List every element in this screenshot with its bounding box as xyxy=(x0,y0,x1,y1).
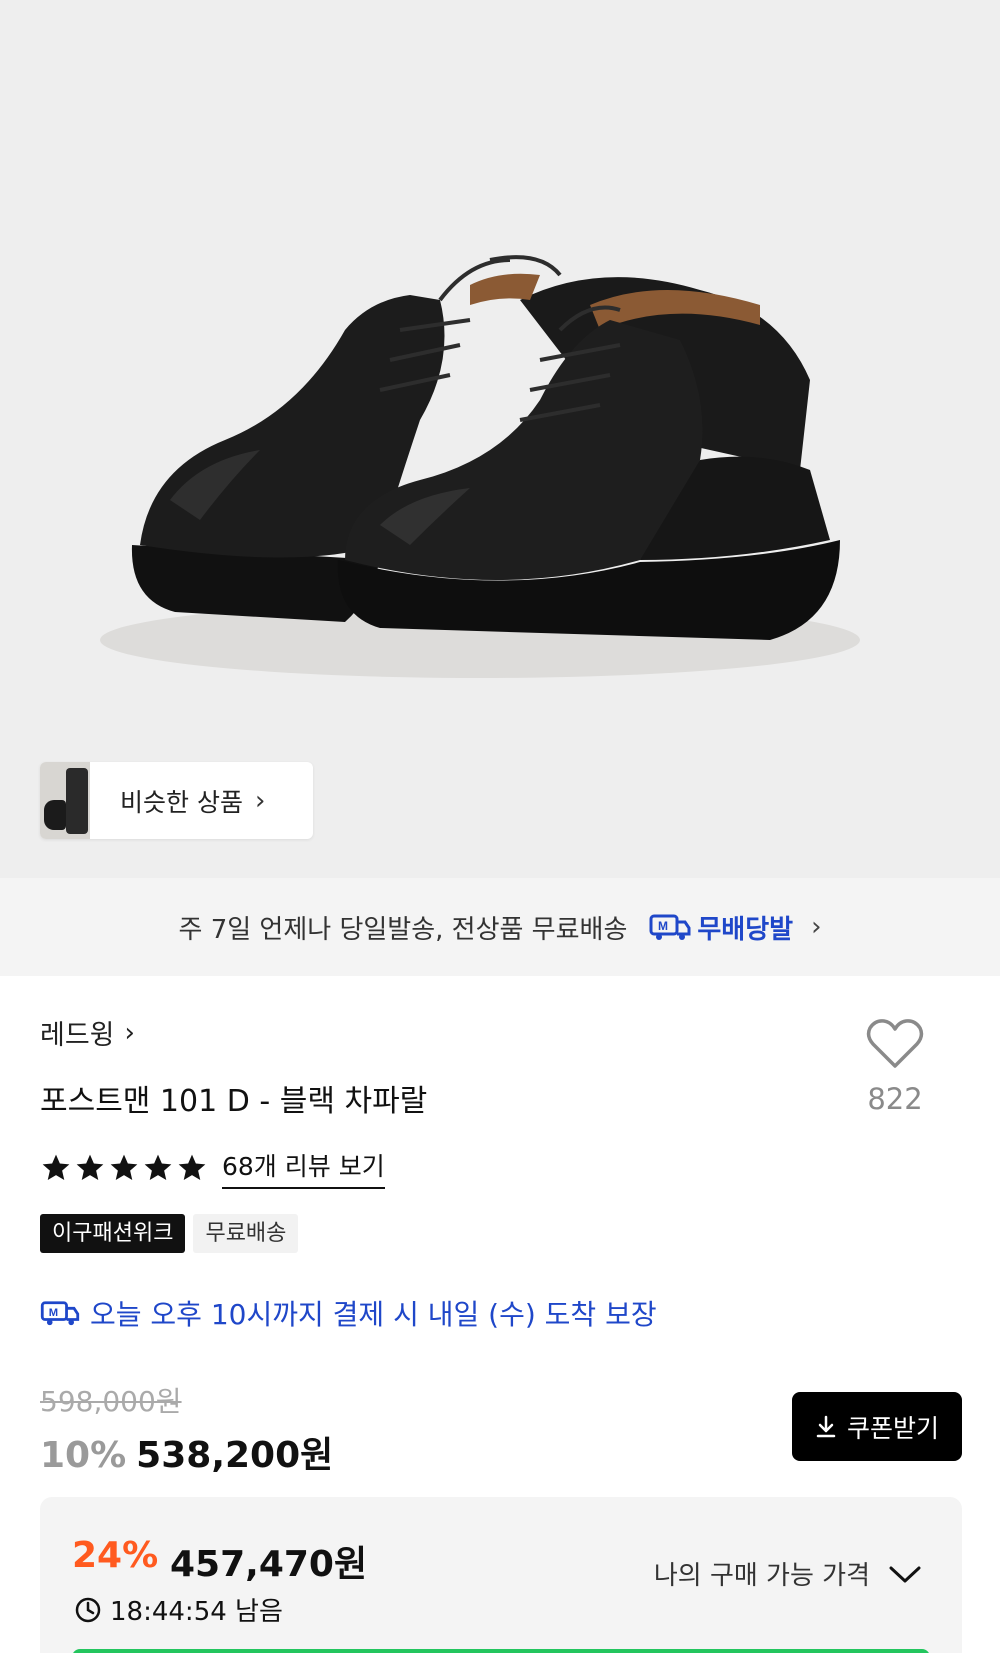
star-icon xyxy=(76,1154,104,1180)
timer-row: 18:44:54 남음 xyxy=(74,1591,283,1628)
similar-products-button[interactable]: 비슷한 상품 › xyxy=(40,762,313,839)
delivery-truck-icon: M xyxy=(40,1301,80,1326)
star-icon xyxy=(42,1154,70,1180)
brand-name: 레드윙 xyxy=(40,1020,115,1051)
star-icon xyxy=(178,1154,206,1180)
sale-price: 538,200원 xyxy=(136,1435,334,1476)
similar-product-thumbnail xyxy=(40,762,90,839)
star-icon xyxy=(144,1154,172,1180)
clock-icon xyxy=(75,1597,101,1622)
brand-link[interactable]: 레드윙 › xyxy=(40,1013,135,1052)
sale-price-row: 10% 538,200원 xyxy=(40,1426,333,1478)
star-icon xyxy=(110,1154,138,1180)
similar-products-label: 비슷한 상품 xyxy=(120,787,243,817)
original-price: 598,000원 xyxy=(40,1385,182,1418)
my-price-toggle[interactable]: 나의 구매 가능 가격 xyxy=(654,1555,922,1592)
like-button[interactable]: 822 xyxy=(860,1018,930,1116)
rating-stars xyxy=(40,1152,208,1184)
timer-text: 18:44:54 남음 xyxy=(110,1597,283,1627)
delivery-guarantee: M 오늘 오후 10시까지 결제 시 내일 (수) 도착 보장 xyxy=(40,1293,657,1333)
chevron-right-icon: › xyxy=(811,912,822,942)
member-price: 457,470원 xyxy=(170,1544,368,1585)
review-link[interactable]: 68개 리뷰 보기 xyxy=(222,1147,385,1189)
shipping-program-label: 무배당발 xyxy=(697,914,794,945)
tag-event: 이구패션위크 xyxy=(40,1214,186,1253)
discount-rate: 10% xyxy=(40,1435,127,1476)
coupon-label: 쿠폰받기 xyxy=(846,1413,939,1443)
shoe-photo xyxy=(100,255,860,678)
shipping-banner-text: 주 7일 언제나 당일발송, 전상품 무료배송 xyxy=(178,914,628,945)
rating-row: 68개 리뷰 보기 xyxy=(40,1147,385,1189)
heart-icon xyxy=(866,1019,924,1068)
tag-free-shipping: 무료배송 xyxy=(193,1214,299,1253)
download-icon xyxy=(816,1415,836,1437)
chevron-down-icon xyxy=(889,1566,921,1582)
chevron-right-icon: › xyxy=(254,785,266,816)
coupon-download-button[interactable]: 쿠폰받기 xyxy=(792,1392,962,1461)
shipping-banner[interactable]: 주 7일 언제나 당일발송, 전상품 무료배송 M 무배당발 › xyxy=(0,878,1000,976)
chevron-right-icon: › xyxy=(124,1017,135,1048)
like-count: 822 xyxy=(867,1082,923,1116)
product-tags: 이구패션위크 무료배송 xyxy=(40,1214,299,1253)
product-title: 포스트맨 101 D - 블랙 차파랄 xyxy=(40,1084,428,1119)
svg-text:M: M xyxy=(658,919,668,933)
svg-text:M: M xyxy=(49,1307,58,1319)
my-price-label: 나의 구매 가능 가격 xyxy=(653,1561,870,1591)
delivery-text: 오늘 오후 10시까지 결제 시 내일 (수) 도착 보장 xyxy=(90,1298,657,1331)
member-discount-rate: 24% xyxy=(72,1535,159,1576)
delivery-truck-icon: M xyxy=(649,912,691,942)
product-image[interactable]: 비슷한 상품 › xyxy=(0,0,1000,878)
member-price-box[interactable]: 24% 457,470원 18:44:54 남음 나의 구매 가능 가격 xyxy=(40,1497,962,1653)
purchase-button[interactable] xyxy=(72,1649,930,1653)
